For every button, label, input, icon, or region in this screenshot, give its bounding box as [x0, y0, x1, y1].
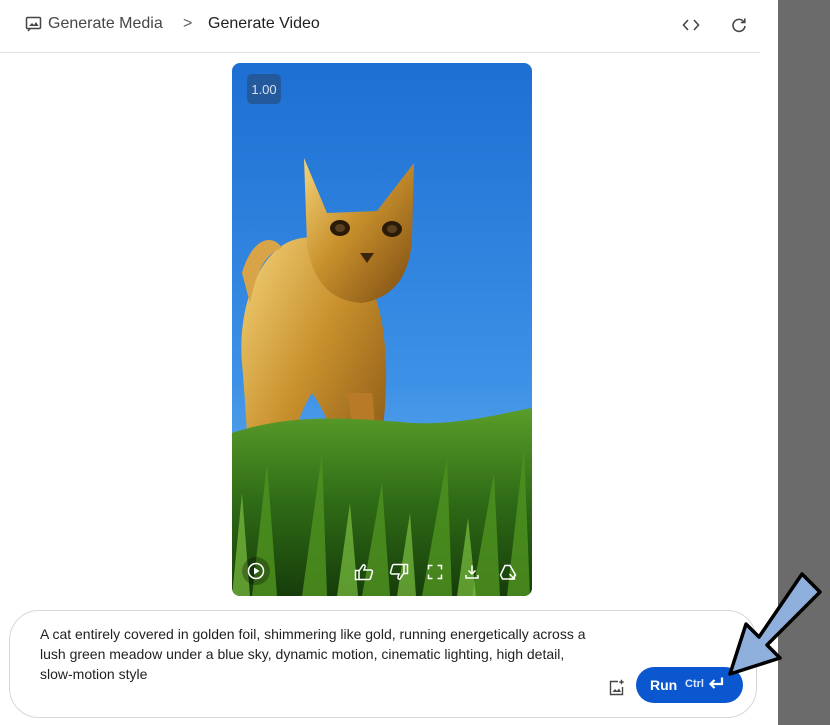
- run-button-label: Run: [650, 677, 678, 693]
- prompt-input-container: A cat entirely covered in golden foil, s…: [9, 610, 757, 718]
- prompt-input[interactable]: A cat entirely covered in golden foil, s…: [40, 624, 600, 684]
- play-button[interactable]: [242, 557, 270, 585]
- fullscreen-button[interactable]: [423, 560, 447, 584]
- save-to-drive-button[interactable]: [496, 560, 520, 584]
- play-icon: [247, 562, 265, 580]
- playback-speed-badge: 1.00: [247, 74, 281, 104]
- download-icon: [465, 565, 479, 579]
- video-frame: [232, 63, 532, 596]
- thumbs-up-button[interactable]: [352, 560, 376, 584]
- video-preview[interactable]: 1.00: [232, 63, 532, 596]
- refresh-icon: [732, 18, 746, 33]
- add-image-icon: [609, 679, 624, 695]
- drive-save-icon: [499, 564, 517, 580]
- media-icon: [25, 16, 42, 32]
- page-header: Generate Media > Generate Video: [0, 0, 760, 53]
- thumbs-up-icon: [354, 564, 374, 581]
- fullscreen-icon: [427, 564, 443, 580]
- code-icon: [682, 19, 700, 31]
- annotation-arrow-icon: [728, 572, 822, 676]
- add-media-button[interactable]: [606, 677, 626, 697]
- code-button[interactable]: [680, 14, 702, 36]
- download-button[interactable]: [460, 560, 484, 584]
- thumbs-down-icon: [389, 563, 409, 580]
- breadcrumb-separator: >: [183, 15, 193, 32]
- refresh-button[interactable]: [728, 14, 750, 36]
- thumbs-down-button[interactable]: [387, 560, 411, 584]
- breadcrumb-generate-media[interactable]: Generate Media: [48, 15, 163, 33]
- page-title: Generate Video: [208, 15, 320, 32]
- run-shortcut-label: Ctrl: [685, 678, 704, 690]
